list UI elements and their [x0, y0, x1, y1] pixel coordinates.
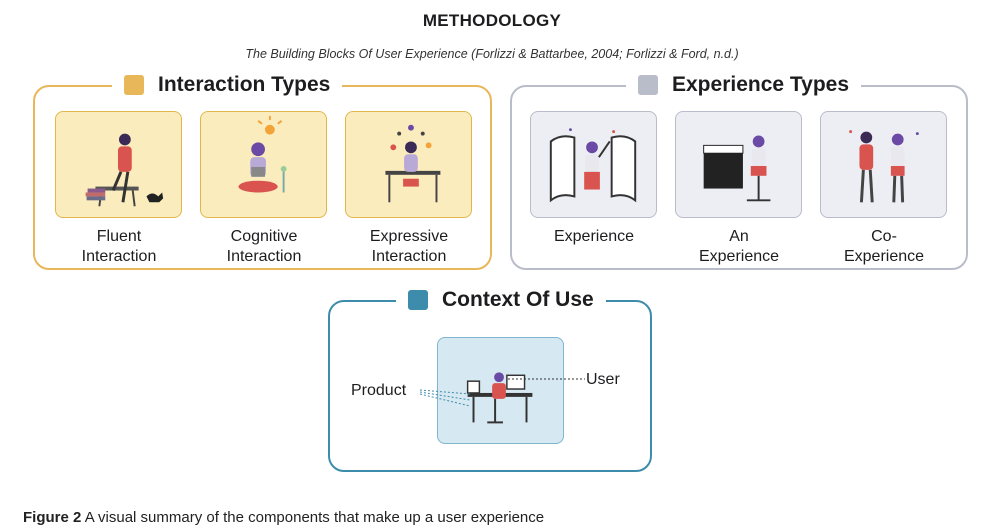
user-label: User — [586, 371, 620, 388]
figure-caption-label: Figure 2 — [23, 509, 82, 526]
context-connector-lines — [419, 378, 585, 407]
product-label: Product — [351, 382, 407, 399]
figure-caption-text: A visual summary of the components that … — [81, 509, 545, 526]
figure-caption: Figure 2 A visual summary of the compone… — [23, 509, 544, 526]
